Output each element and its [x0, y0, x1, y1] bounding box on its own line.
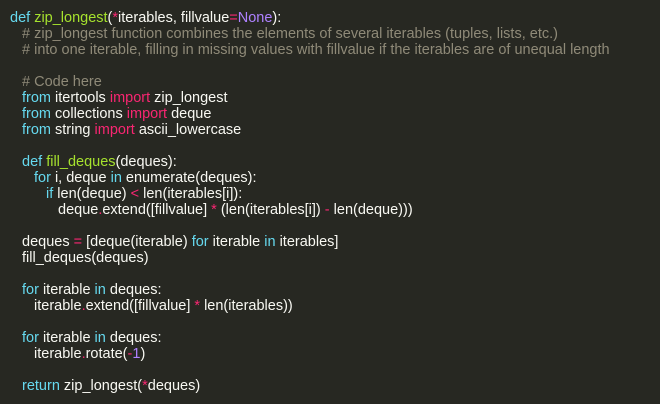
code-token-text: ): [140, 346, 146, 362]
code-token-text: iterable: [212, 234, 265, 250]
code-line-24: return zip_longest(*deques): [22, 376, 200, 396]
code-editor[interactable]: def zip_longest(*iterables, fillvalue=No…: [0, 0, 660, 404]
code-line-8: from string import ascii_lowercase: [22, 120, 241, 140]
code-token-text: (len(iterables[i]): [220, 202, 325, 218]
code-token-text: len(iterables)): [204, 298, 293, 314]
code-line-19: iterable.extend([fillvalue] * len(iterab…: [34, 296, 293, 316]
code-token-text: iterables]: [279, 234, 339, 250]
code-token-text: iterable: [34, 346, 82, 362]
code-token-text: extend([fillvalue]: [85, 298, 195, 314]
code-token-text: iterable: [34, 298, 82, 314]
code-token-text: fill_deques(deques): [22, 250, 149, 266]
code-token-keyword: in: [264, 234, 280, 250]
code-line-13: deque.extend([fillvalue] * (len(iterable…: [58, 200, 413, 220]
code-token-text: rotate(: [85, 346, 128, 362]
code-token-keyword: from: [22, 122, 56, 138]
code-token-comment: # into one iterable, filling in missing …: [22, 42, 610, 58]
code-line-16: fill_deques(deques): [22, 248, 149, 268]
code-token-operator: *: [194, 298, 205, 314]
code-token-text: string: [55, 122, 95, 138]
code-token-operator: -: [324, 202, 334, 218]
code-token-keyword: if: [46, 186, 58, 202]
code-line-22: iterable.rotate(-1): [34, 344, 145, 364]
code-token-keyword: for: [191, 234, 213, 250]
code-line-3: # into one iterable, filling in missing …: [22, 40, 610, 60]
code-token-import: import: [94, 122, 139, 138]
code-token-text: deque: [58, 202, 99, 218]
code-token-operator: *: [211, 202, 221, 218]
code-token-text: zip_longest(: [63, 378, 143, 394]
code-token-text: ascii_lowercase: [138, 122, 242, 138]
code-token-text: extend([fillvalue]: [102, 202, 212, 218]
code-token-text: deques): [147, 378, 201, 394]
code-token-keyword: return: [22, 378, 64, 394]
code-token-text: len(deque))): [333, 202, 413, 218]
